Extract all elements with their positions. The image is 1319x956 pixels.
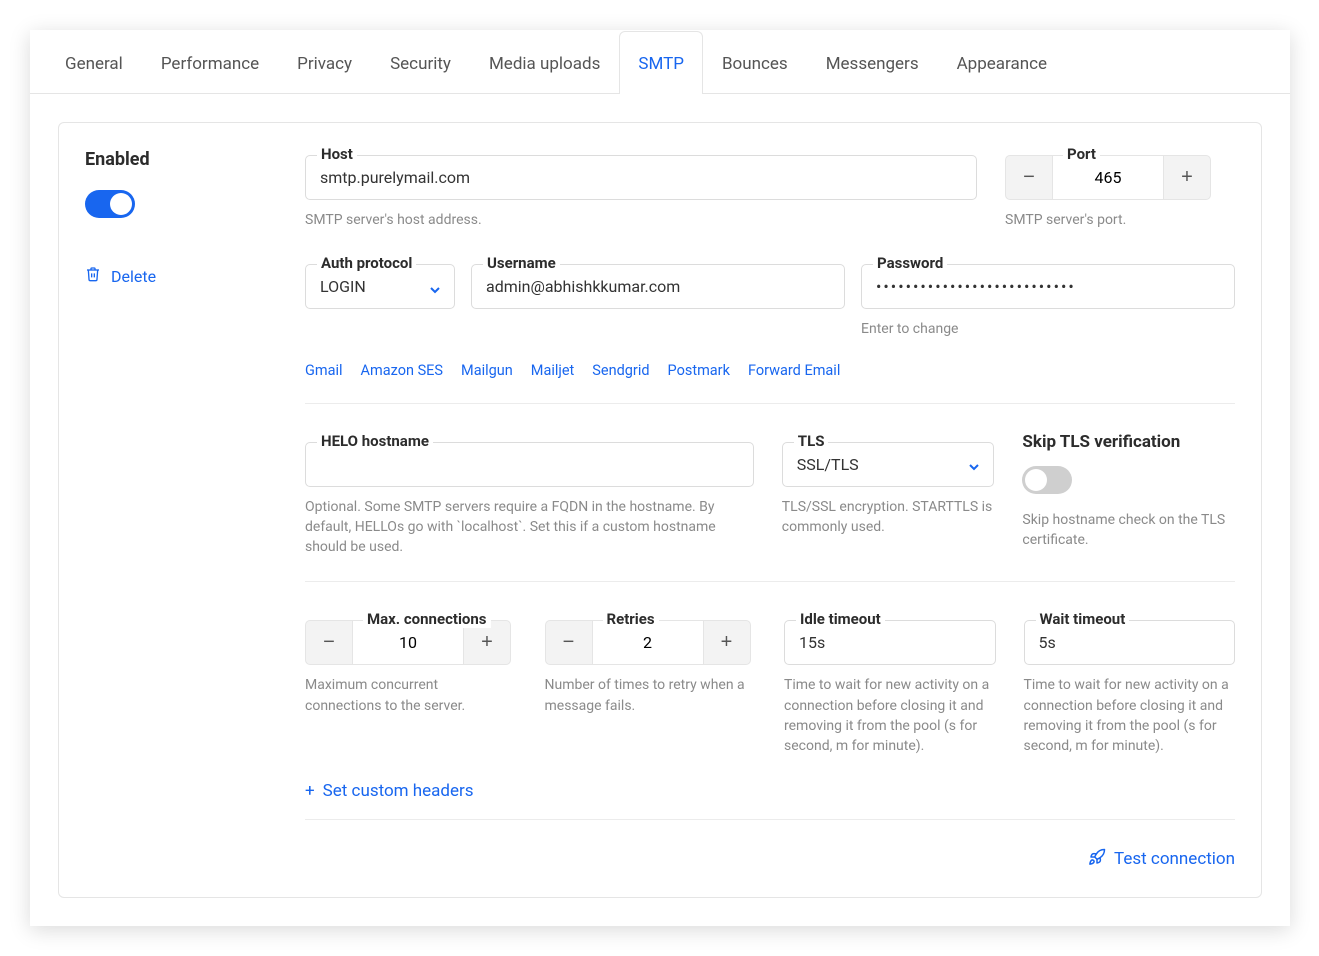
test-connection-button[interactable]: Test connection	[1088, 848, 1235, 871]
max-connections-help: Maximum concurrent connections to the se…	[305, 675, 517, 716]
preset-sendgrid[interactable]: Sendgrid	[592, 362, 649, 379]
enabled-label: Enabled	[85, 149, 281, 170]
tab-privacy[interactable]: Privacy	[278, 31, 371, 94]
auth-protocol-label: Auth protocol	[317, 254, 416, 272]
host-input[interactable]	[305, 155, 977, 200]
tab-appearance[interactable]: Appearance	[938, 31, 1066, 94]
password-field: Password Enter to change	[861, 254, 1235, 339]
retries-field: Retries − + Number of times to retry whe…	[545, 610, 757, 756]
separator	[305, 581, 1235, 582]
idle-timeout-field: Idle timeout Time to wait for new activi…	[784, 610, 996, 756]
skip-tls-label: Skip TLS verification	[1022, 432, 1235, 452]
settings-page: General Performance Privacy Security Med…	[30, 30, 1290, 926]
auth-protocol-field: Auth protocol LOGIN	[305, 254, 455, 339]
max-connections-label: Max. connections	[363, 610, 491, 628]
tls-help: TLS/SSL encryption. STARTTLS is commonly…	[782, 497, 995, 538]
max-connections-field: Max. connections − + Maximum concurrent …	[305, 610, 517, 756]
tab-general[interactable]: General	[46, 31, 142, 94]
wait-timeout-label: Wait timeout	[1036, 610, 1130, 628]
main-column: Host SMTP server's host address. Port − …	[305, 145, 1235, 871]
set-custom-headers-button[interactable]: + Set custom headers	[305, 781, 1235, 801]
idle-timeout-label: Idle timeout	[796, 610, 885, 628]
preset-mailgun[interactable]: Mailgun	[461, 362, 513, 379]
port-field: Port − + SMTP server's port.	[1005, 145, 1235, 230]
preset-mailjet[interactable]: Mailjet	[531, 362, 575, 379]
helo-help: Optional. Some SMTP servers require a FQ…	[305, 497, 754, 558]
password-help: Enter to change	[861, 319, 1235, 339]
wait-timeout-field: Wait timeout Time to wait for new activi…	[1024, 610, 1236, 756]
set-custom-headers-label: Set custom headers	[323, 781, 474, 801]
panel-wrap: Enabled Delete Host	[30, 94, 1290, 926]
smtp-server-panel: Enabled Delete Host	[58, 122, 1262, 898]
host-field: Host SMTP server's host address.	[305, 145, 977, 230]
tls-field: TLS SSL/TLS TLS/SSL encryption. STARTTLS…	[782, 432, 995, 558]
skip-tls-help: Skip hostname check on the TLS certifica…	[1022, 510, 1235, 551]
tab-media-uploads[interactable]: Media uploads	[470, 31, 619, 94]
preset-gmail[interactable]: Gmail	[305, 362, 343, 379]
enabled-toggle[interactable]	[85, 190, 135, 218]
port-increment[interactable]: +	[1163, 155, 1211, 200]
port-help: SMTP server's port.	[1005, 210, 1235, 230]
host-label: Host	[317, 145, 357, 163]
separator	[305, 819, 1235, 820]
username-label: Username	[483, 254, 560, 272]
tab-smtp[interactable]: SMTP	[619, 31, 703, 94]
delete-label: Delete	[111, 267, 156, 286]
retries-increment[interactable]: +	[703, 620, 751, 665]
plus-icon: +	[305, 781, 315, 801]
skip-tls-toggle[interactable]	[1022, 466, 1072, 494]
separator	[305, 403, 1235, 404]
tab-bounces[interactable]: Bounces	[703, 31, 807, 94]
retries-help: Number of times to retry when a message …	[545, 675, 757, 716]
port-stepper: − +	[1005, 155, 1235, 200]
retries-label: Retries	[603, 610, 659, 628]
settings-tabs: General Performance Privacy Security Med…	[30, 30, 1290, 94]
trash-icon	[85, 266, 101, 286]
port-decrement[interactable]: −	[1005, 155, 1053, 200]
preset-amazon-ses[interactable]: Amazon SES	[361, 362, 443, 379]
side-column: Enabled Delete	[85, 145, 281, 286]
helo-label: HELO hostname	[317, 432, 433, 450]
tab-messengers[interactable]: Messengers	[807, 31, 938, 94]
test-connection-label: Test connection	[1114, 849, 1235, 869]
retries-decrement[interactable]: −	[545, 620, 593, 665]
username-field: Username	[471, 254, 845, 339]
max-connections-decrement[interactable]: −	[305, 620, 353, 665]
tls-label: TLS	[794, 432, 829, 450]
port-label: Port	[1063, 145, 1100, 163]
host-help: SMTP server's host address.	[305, 210, 977, 230]
delete-button[interactable]: Delete	[85, 266, 281, 286]
preset-forward-email[interactable]: Forward Email	[748, 362, 840, 379]
idle-timeout-help: Time to wait for new activity on a conne…	[784, 675, 996, 756]
wait-timeout-help: Time to wait for new activity on a conne…	[1024, 675, 1236, 756]
tab-security[interactable]: Security	[371, 31, 470, 94]
tab-performance[interactable]: Performance	[142, 31, 278, 94]
helo-field: HELO hostname Optional. Some SMTP server…	[305, 432, 754, 558]
skip-tls-field: Skip TLS verification Skip hostname chec…	[1022, 432, 1235, 558]
provider-presets: Gmail Amazon SES Mailgun Mailjet Sendgri…	[305, 362, 1235, 379]
rocket-icon	[1088, 848, 1106, 871]
preset-postmark[interactable]: Postmark	[668, 362, 730, 379]
password-label: Password	[873, 254, 947, 272]
